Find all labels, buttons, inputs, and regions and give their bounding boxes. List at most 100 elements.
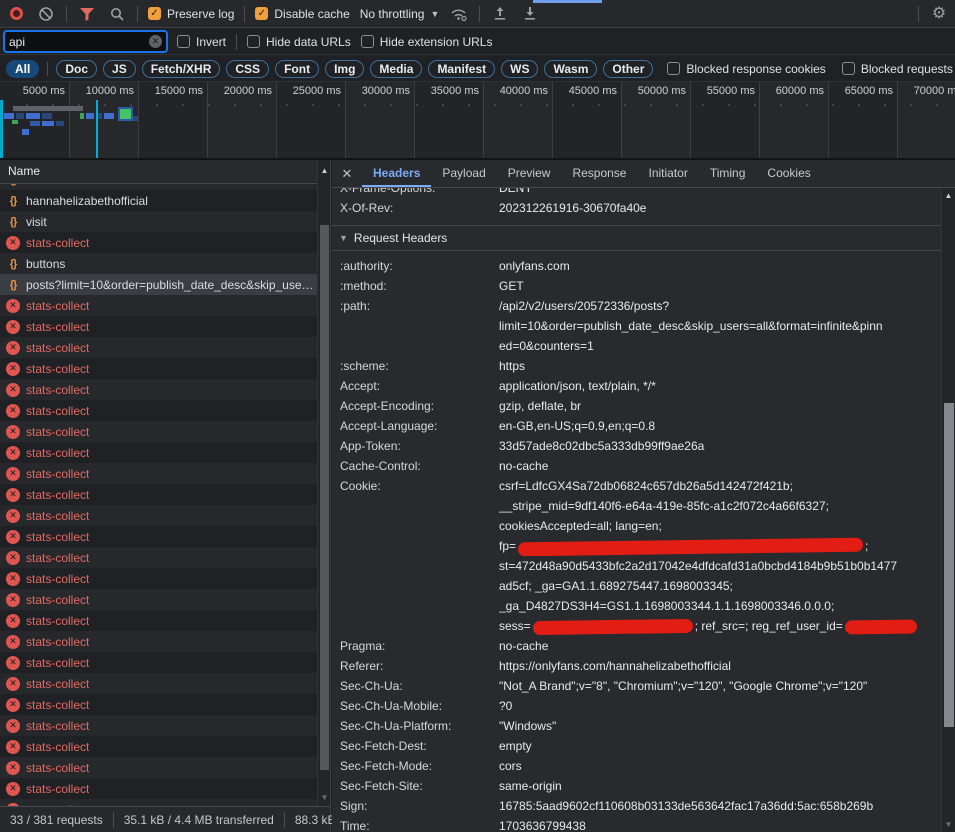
invert-label: Invert — [196, 35, 226, 49]
scrollbar-thumb[interactable] — [320, 225, 329, 770]
invert-checkbox[interactable] — [177, 35, 190, 48]
request-row[interactable]: ✕stats-collect — [0, 736, 317, 757]
blocked-requests-toggle[interactable]: Blocked requests — [842, 62, 953, 76]
record-network-log-button[interactable] — [6, 4, 26, 24]
request-row[interactable]: ✕stats-collect — [0, 778, 317, 799]
filter-input-box[interactable]: ✕ — [4, 31, 167, 52]
request-row[interactable]: ✕stats-collect — [0, 505, 317, 526]
fetch-icon: {} — [6, 278, 20, 292]
redaction-scribble — [518, 537, 863, 556]
scroll-up-icon[interactable]: ▲ — [942, 191, 955, 200]
name-column-header[interactable]: Name — [0, 160, 330, 184]
request-list-scrollbar[interactable]: ▲ ▼ — [317, 160, 330, 806]
invert-toggle[interactable]: Invert — [177, 35, 226, 49]
tab-cookies[interactable]: Cookies — [756, 160, 821, 187]
clear-filter-icon[interactable]: ✕ — [149, 35, 162, 48]
type-pill-other[interactable]: Other — [603, 60, 653, 78]
close-details-icon[interactable]: ✕ — [332, 166, 362, 182]
request-row[interactable]: ✕stats-collect — [0, 715, 317, 736]
throttling-dropdown[interactable]: No throttling ▼ — [360, 7, 440, 21]
tab-payload[interactable]: Payload — [431, 160, 496, 187]
hide-data-urls-toggle[interactable]: Hide data URLs — [247, 35, 351, 49]
type-pill-font[interactable]: Font — [275, 60, 319, 78]
clear-network-log-button[interactable] — [36, 4, 56, 24]
request-row[interactable]: {}posts?limit=10&order=publish_date_desc… — [0, 274, 317, 295]
request-name: hannahelizabethofficial — [26, 194, 148, 208]
request-row[interactable]: ✕stats-collect — [0, 694, 317, 715]
request-row[interactable]: ✕stats-collect — [0, 610, 317, 631]
request-row[interactable]: ✕stats-collect — [0, 358, 317, 379]
search-button[interactable] — [107, 4, 127, 24]
error-icon: ✕ — [6, 698, 20, 712]
request-row[interactable]: {}visit — [0, 211, 317, 232]
scrollbar-thumb[interactable] — [944, 403, 954, 727]
request-row[interactable]: ✕stats-collect — [0, 400, 317, 421]
export-har-button[interactable] — [490, 4, 510, 24]
request-row[interactable]: ✕stats-collect — [0, 652, 317, 673]
hide-extension-urls-checkbox[interactable] — [361, 35, 374, 48]
header-value: no-cache — [499, 636, 941, 656]
request-row[interactable]: {}hannahelizabethofficial — [0, 190, 317, 211]
headers-panel[interactable]: X-Frame-Options: DENY X-Of-Rev: 20231226… — [332, 188, 941, 832]
request-row[interactable]: ✕stats-collect — [0, 379, 317, 400]
request-row[interactable]: ✕stats-collect — [0, 463, 317, 484]
request-row[interactable]: ✕stats-collect — [0, 757, 317, 778]
type-pill-css[interactable]: CSS — [226, 60, 269, 78]
settings-button[interactable]: ⚙ — [929, 4, 949, 24]
blocked-response-cookies-checkbox[interactable] — [667, 62, 680, 75]
request-row[interactable]: ✕stats-collect — [0, 421, 317, 442]
preserve-log-checkbox[interactable]: ✓ — [148, 7, 161, 20]
wifi-gear-icon — [450, 6, 468, 22]
network-overview-timeline[interactable]: 5000 ms10000 ms15000 ms20000 ms25000 ms3… — [0, 82, 955, 160]
request-row[interactable]: ✕stats-collect — [0, 232, 317, 253]
request-row[interactable]: ✕stats-collect — [0, 442, 317, 463]
details-scrollbar[interactable]: ▲ ▼ — [941, 188, 955, 832]
disable-cache-toggle[interactable]: ✓ Disable cache — [255, 7, 349, 21]
blocked-requests-checkbox[interactable] — [842, 62, 855, 75]
type-pill-wasm[interactable]: Wasm — [544, 60, 597, 78]
header-value: 33d57ade8c02dbc5a333db99ff9ae26a — [499, 436, 941, 456]
type-pill-doc[interactable]: Doc — [56, 60, 97, 78]
request-row[interactable]: ✕stats-collect — [0, 547, 317, 568]
type-pill-js[interactable]: JS — [103, 60, 136, 78]
import-har-button[interactable] — [520, 4, 540, 24]
type-pill-img[interactable]: Img — [325, 60, 364, 78]
waterfall-bar — [80, 113, 84, 119]
request-headers-section-header[interactable]: ▼Request Headers — [332, 225, 941, 251]
request-row[interactable]: ✕stats-collect — [0, 673, 317, 694]
blocked-response-cookies-toggle[interactable]: Blocked response cookies — [667, 62, 825, 76]
disable-cache-checkbox[interactable]: ✓ — [255, 7, 268, 20]
scroll-down-icon[interactable]: ▼ — [942, 820, 955, 829]
tab-initiator[interactable]: Initiator — [637, 160, 698, 187]
header-value-line: /api2/v2/users/20572336/posts? — [499, 296, 941, 316]
request-row[interactable]: ✕stats-collect — [0, 568, 317, 589]
type-pill-fetchxhr[interactable]: Fetch/XHR — [142, 60, 221, 78]
scroll-up-icon[interactable]: ▲ — [318, 166, 331, 175]
type-pill-all[interactable]: All — [6, 60, 39, 78]
request-row[interactable]: ✕stats-collect — [0, 316, 317, 337]
filter-input[interactable] — [9, 35, 149, 49]
tab-headers[interactable]: Headers — [362, 160, 431, 187]
request-name: stats-collect — [26, 572, 89, 586]
type-pill-manifest[interactable]: Manifest — [428, 60, 495, 78]
request-row[interactable]: {}buttons — [0, 253, 317, 274]
request-row[interactable]: ✕stats-collect — [0, 589, 317, 610]
header-value: cors — [499, 756, 941, 776]
request-row[interactable]: ✕stats-collect — [0, 295, 317, 316]
hide-extension-urls-toggle[interactable]: Hide extension URLs — [361, 35, 493, 49]
preserve-log-toggle[interactable]: ✓ Preserve log — [148, 7, 234, 21]
tab-timing[interactable]: Timing — [699, 160, 757, 187]
request-row[interactable]: ✕stats-collect — [0, 526, 317, 547]
tab-preview[interactable]: Preview — [497, 160, 562, 187]
request-row[interactable]: ✕stats-collect — [0, 484, 317, 505]
request-row[interactable]: ✕stats-collect — [0, 799, 317, 806]
type-pill-media[interactable]: Media — [370, 60, 422, 78]
scroll-down-icon[interactable]: ▼ — [318, 793, 331, 802]
type-pill-ws[interactable]: WS — [501, 60, 538, 78]
filter-toggle-button[interactable] — [77, 4, 97, 24]
hide-data-urls-checkbox[interactable] — [247, 35, 260, 48]
tab-response[interactable]: Response — [561, 160, 637, 187]
request-row[interactable]: ✕stats-collect — [0, 631, 317, 652]
request-row[interactable]: ✕stats-collect — [0, 337, 317, 358]
network-conditions-button[interactable] — [449, 4, 469, 24]
